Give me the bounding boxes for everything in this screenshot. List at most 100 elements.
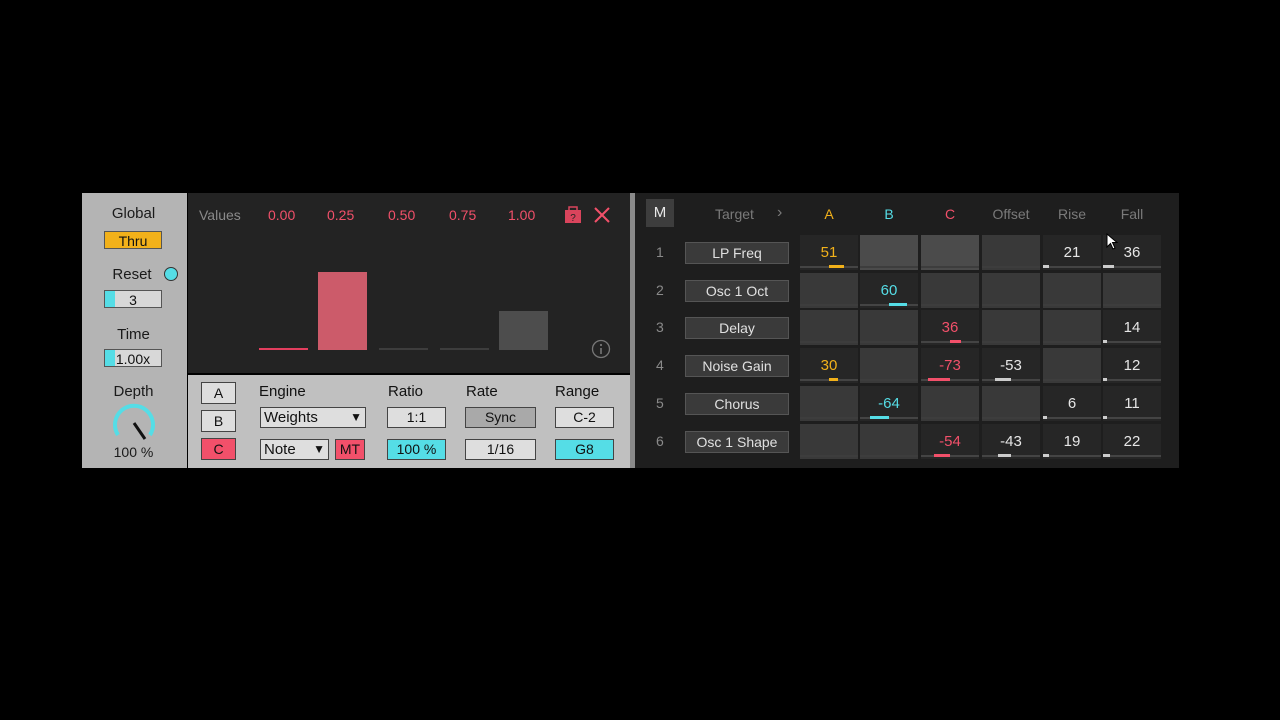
matrix-cell-rise[interactable] xyxy=(1043,310,1101,345)
matrix-cell-value: -53 xyxy=(1000,357,1022,374)
depth-value: 100 % xyxy=(113,444,154,460)
time-field[interactable]: 1.00x xyxy=(104,349,162,367)
matrix-cell-value: 36 xyxy=(941,319,959,336)
lane-c-button[interactable]: C xyxy=(201,438,236,460)
matrix-cell-b[interactable] xyxy=(860,310,918,345)
cell-track xyxy=(1103,379,1161,381)
cell-track xyxy=(800,341,858,343)
matrix-cell-offset[interactable] xyxy=(982,310,1040,345)
lane-b-button[interactable]: B xyxy=(201,410,236,432)
cell-track xyxy=(1043,417,1101,419)
target-button[interactable]: Osc 1 Oct xyxy=(685,280,789,302)
cell-track xyxy=(860,379,918,381)
cell-track xyxy=(921,304,979,306)
cell-amount-indicator xyxy=(928,378,950,381)
cell-amount-indicator xyxy=(889,303,907,306)
matrix-cell-offset[interactable] xyxy=(982,235,1040,270)
matrix-cell-a[interactable] xyxy=(800,386,858,421)
note-dropdown[interactable]: Note ▼ xyxy=(260,439,329,460)
lane-a-button[interactable]: A xyxy=(201,382,236,404)
matrix-cell-offset[interactable] xyxy=(982,386,1040,421)
matrix-cell-fall[interactable] xyxy=(1103,273,1161,308)
values-bars[interactable] xyxy=(188,193,630,373)
ratio-percent-field[interactable]: 100 % xyxy=(387,439,446,460)
row-number: 1 xyxy=(656,244,664,260)
mt-toggle[interactable]: MT xyxy=(335,439,365,460)
matrix-cell-value: 19 xyxy=(1063,433,1081,450)
cell-amount-indicator xyxy=(829,378,838,381)
range-high-field[interactable]: G8 xyxy=(555,439,614,460)
global-panel: Global Thru Reset 3 Time 1.00x Depth 100… xyxy=(82,193,187,468)
matrix-cell-rise[interactable] xyxy=(1043,348,1101,383)
value-bar[interactable] xyxy=(499,311,548,350)
reset-count-field[interactable]: 3 xyxy=(104,290,162,308)
target-button[interactable]: Chorus xyxy=(685,393,789,415)
cell-amount-indicator xyxy=(1103,378,1107,381)
value-bar[interactable] xyxy=(379,348,428,350)
cell-amount-indicator xyxy=(1103,416,1107,419)
rate-label: Rate xyxy=(466,383,498,400)
matrix-cell-value: -54 xyxy=(939,433,961,450)
cell-amount-indicator xyxy=(934,454,950,457)
target-button[interactable]: LP Freq xyxy=(685,242,789,264)
matrix-cell-c[interactable] xyxy=(921,273,979,308)
range-low-field[interactable]: C-2 xyxy=(555,407,614,428)
column-header-c: C xyxy=(944,206,956,222)
m-button[interactable]: M xyxy=(646,199,674,227)
matrix-cell-value: 60 xyxy=(880,282,898,299)
cell-track xyxy=(1043,379,1101,381)
range-label: Range xyxy=(555,383,600,400)
matrix-cell-value: -64 xyxy=(878,395,900,412)
matrix-cell-a[interactable] xyxy=(800,424,858,459)
cell-track xyxy=(921,455,979,457)
dropdown-arrow-icon: ▼ xyxy=(350,410,362,424)
rate-value-field[interactable]: 1/16 xyxy=(465,439,536,460)
cell-track xyxy=(800,455,858,457)
cell-track xyxy=(1103,341,1161,343)
matrix-cell-b[interactable] xyxy=(860,424,918,459)
matrix-cell-offset[interactable] xyxy=(982,273,1040,308)
matrix-cell-a[interactable] xyxy=(800,310,858,345)
target-button[interactable]: Noise Gain xyxy=(685,355,789,377)
time-label: Time xyxy=(117,326,150,343)
value-bar[interactable] xyxy=(318,272,367,350)
cell-track xyxy=(982,417,1040,419)
cell-track xyxy=(1043,266,1101,268)
row-number: 3 xyxy=(656,319,664,335)
value-bar[interactable] xyxy=(259,348,308,350)
matrix-cell-b[interactable] xyxy=(860,235,918,270)
chevron-right-icon[interactable]: › xyxy=(777,204,782,222)
cell-track xyxy=(982,379,1040,381)
cell-track xyxy=(860,266,918,268)
info-icon[interactable] xyxy=(591,339,611,359)
cell-amount-indicator xyxy=(870,416,889,419)
matrix-cell-c[interactable] xyxy=(921,386,979,421)
cell-track xyxy=(1103,304,1161,306)
engine-dropdown[interactable]: Weights ▼ xyxy=(260,407,366,428)
ratio-field[interactable]: 1:1 xyxy=(387,407,446,428)
cell-track xyxy=(1043,341,1101,343)
cell-track xyxy=(860,455,918,457)
target-button[interactable]: Delay xyxy=(685,317,789,339)
target-button[interactable]: Osc 1 Shape xyxy=(685,431,789,453)
column-header-rise: Rise xyxy=(1057,206,1086,222)
row-number: 6 xyxy=(656,433,664,449)
cell-amount-indicator xyxy=(1103,340,1107,343)
cell-track xyxy=(982,304,1040,306)
matrix-cell-c[interactable] xyxy=(921,235,979,270)
values-panel: Values 0.00 0.25 0.50 0.75 1.00 ? xyxy=(188,193,630,373)
dropdown-arrow-icon: ▼ xyxy=(313,442,325,456)
matrix-cell-b[interactable] xyxy=(860,348,918,383)
matrix-cell-rise[interactable] xyxy=(1043,273,1101,308)
cell-track xyxy=(1043,455,1101,457)
rate-sync-toggle[interactable]: Sync xyxy=(465,407,536,428)
cell-amount-indicator xyxy=(1103,454,1110,457)
value-bar[interactable] xyxy=(440,348,489,350)
depth-knob[interactable] xyxy=(110,403,158,443)
global-thru-toggle[interactable]: Thru xyxy=(104,231,162,249)
matrix-cell-a[interactable] xyxy=(800,273,858,308)
column-header-offset: Offset xyxy=(992,206,1030,222)
cell-amount-indicator xyxy=(829,265,844,268)
reset-indicator-icon[interactable] xyxy=(164,267,178,281)
cell-track xyxy=(860,341,918,343)
